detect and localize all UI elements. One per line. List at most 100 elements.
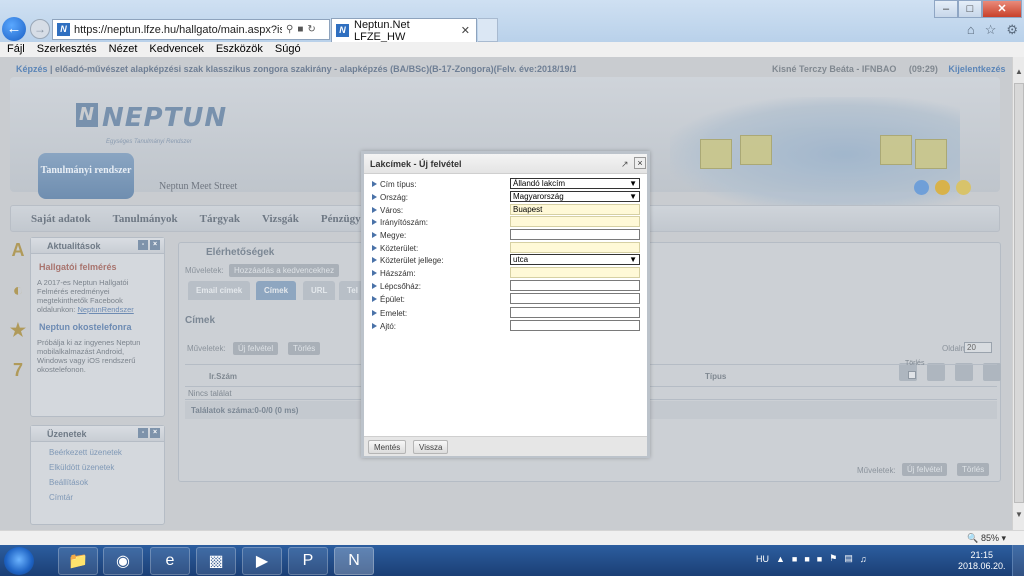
browser-tab[interactable]: N Neptun.Net LFZE_HW ✕ [331,18,477,43]
breadcrumb-training-link[interactable]: Képzés [16,64,48,74]
page-area: Képzés | előadó-művészet alapképzési sza… [0,57,1012,530]
scroll-up-icon[interactable]: ▲ [1013,65,1024,79]
internet-explorer-icon[interactable]: e [150,547,190,575]
nav-exams[interactable]: Vizsgák [262,213,299,225]
minimize-button[interactable]: – [934,0,958,18]
msg-settings[interactable]: Beállítások [49,478,164,487]
start-button[interactable] [4,547,34,575]
building-input[interactable] [510,293,640,304]
street-input[interactable] [510,242,640,253]
col-type[interactable]: Típus [705,372,726,381]
back-button[interactable]: ← [2,17,26,41]
address-type-select[interactable]: Állandó lakcím ▼ [510,178,640,189]
select-all-checkbox[interactable] [908,371,916,379]
back-button-dialog[interactable]: Vissza [413,440,449,454]
star-icon[interactable]: ★ [7,320,29,342]
subtab-email[interactable]: Email címek [188,281,251,300]
news-fb-link[interactable]: NeptunRendszer [77,305,133,314]
delete-button[interactable]: Törlés [288,342,321,355]
box-minimize-icon[interactable]: - [138,428,148,438]
scroll-thumb[interactable] [1014,83,1024,503]
tab-study-system[interactable]: Tanulmányi rendszer [38,153,134,199]
tab-close-icon[interactable]: ✕ [461,24,476,37]
explorer-folder-icon[interactable]: 📁 [58,547,98,575]
system-clock[interactable]: 21:15 2018.06.20. [958,550,1006,572]
floor-input[interactable] [510,307,640,318]
add-favorite-button[interactable]: Hozzáadás a kedvencekhez [229,264,340,277]
powerpoint-icon[interactable]: P [288,547,328,575]
bag-icon[interactable]: ◐ [7,280,29,302]
door-input[interactable] [510,320,640,331]
media-player-icon[interactable]: ▶ [242,547,282,575]
neptun-app-icon[interactable]: N [334,547,374,575]
globe-icon[interactable] [914,180,929,195]
home-icon[interactable]: ⌂ [967,22,975,38]
new-tab-button[interactable] [478,18,498,42]
save-disk-icon[interactable]: ▩ [196,547,236,575]
house-number-input[interactable] [510,267,640,278]
subtab-url[interactable]: URL [303,281,336,300]
logout-link[interactable]: Kijelentkezés [948,64,1005,74]
language-indicator[interactable]: HU [756,554,769,564]
volume-icon[interactable]: ♫ [860,554,867,564]
city-input[interactable]: Buapest [510,204,640,215]
search-icon[interactable]: ⚲ [286,24,293,35]
nav-studies[interactable]: Tanulmányok [113,213,178,225]
calendar-icon[interactable]: 7 [7,360,29,382]
nav-subjects[interactable]: Tárgyak [200,213,240,225]
zoom-level[interactable]: 🔍 85% ▾ [967,533,1006,544]
menu-file[interactable]: Fájl [7,42,25,57]
color-theme-icon[interactable] [935,180,950,195]
menu-view[interactable]: Nézet [109,42,138,57]
settings-gear-icon[interactable]: ⚙ [1006,22,1018,38]
msg-inbox[interactable]: Beérkezett üzenetek [49,448,164,457]
new-entry-button-bottom[interactable]: Új felvétel [902,463,948,476]
menu-favorites[interactable]: Kedvencek [149,42,203,57]
box-close-icon[interactable]: × [150,240,160,250]
show-desktop-button[interactable] [1012,545,1024,576]
menu-tools[interactable]: Eszközök [216,42,263,57]
address-bar[interactable]: N https://neptun.lfze.hu/hallgato/main.a… [52,19,330,40]
url-text[interactable]: https://neptun.lfze.hu/hallgato/main.asp… [74,24,282,36]
news-item-title[interactable]: Hallgatói felmérés [39,262,164,272]
tray-app-icon[interactable]: ■ [804,554,809,564]
save-button[interactable]: Mentés [368,440,407,454]
popout-icon[interactable]: ↗ [621,159,629,170]
letter-a-icon[interactable]: A [7,240,29,262]
box-minimize-icon[interactable]: - [138,240,148,250]
menu-help[interactable]: Súgó [275,42,301,57]
staircase-input[interactable] [510,280,640,291]
subtab-addresses[interactable]: Címek [256,281,297,300]
scroll-down-icon[interactable]: ▼ [1013,508,1024,522]
maximize-button[interactable]: □ [958,0,982,18]
network-icon[interactable]: ▤ [844,553,853,564]
accessibility-icon[interactable] [956,180,971,195]
tray-app-icon[interactable]: ■ [792,554,797,564]
firefox-icon[interactable]: ◉ [103,547,143,575]
refresh-icon[interactable]: ↻ [307,24,315,35]
zip-input[interactable] [510,216,640,227]
col-zip[interactable]: Ir.Szám [209,372,237,381]
tray-expand-icon[interactable]: ▲ [776,554,785,564]
window-close-button[interactable]: ✕ [982,0,1022,18]
forward-button[interactable]: → [30,19,50,39]
msg-sent[interactable]: Elküldött üzenetek [49,463,164,472]
news-item2-title[interactable]: Neptun okostelefonra [39,322,164,332]
nav-own-data[interactable]: Saját adatok [31,213,91,225]
msg-directory[interactable]: Címtár [49,493,164,502]
tray-app-icon[interactable]: ■ [817,554,822,564]
county-input[interactable] [510,229,640,240]
box-close-icon[interactable]: × [150,428,160,438]
lock-icon[interactable]: ■ [297,24,303,35]
new-entry-button[interactable]: Új felvétel [233,342,279,355]
page-size-select[interactable]: 20 [964,342,992,353]
tab-meet-street[interactable]: Neptun Meet Street [159,181,237,192]
street-type-select[interactable]: utca ▼ [510,254,640,265]
menu-edit[interactable]: Szerkesztés [37,42,97,57]
delete-button-bottom[interactable]: Törlés [957,463,990,476]
country-select[interactable]: Magyarország ▼ [510,191,640,202]
flag-icon[interactable]: ⚑ [829,553,837,564]
dialog-close-icon[interactable]: × [634,157,646,169]
page-scrollbar[interactable]: ▲ ▼ [1012,57,1024,530]
favorites-star-icon[interactable]: ☆ [985,22,997,38]
